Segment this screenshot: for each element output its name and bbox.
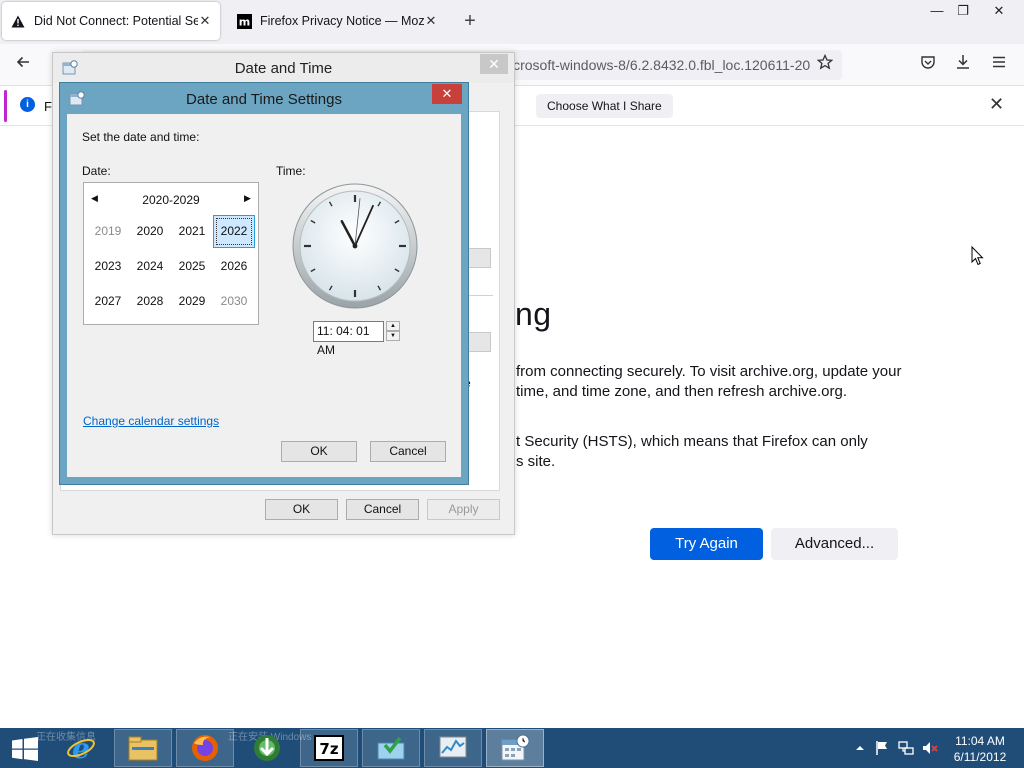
calendar-year[interactable]: 2028 [129,285,171,318]
tab-close-icon[interactable]: ✕ [198,13,212,29]
cancel-button[interactable]: Cancel [346,499,419,520]
dialog-title: Date and Time Settings [186,91,342,108]
tab-did-not-connect[interactable]: Did Not Connect: Potential Secu ✕ [2,2,220,40]
date-and-time-settings-dialog: Date and Time Settings ✕ Set the date an… [59,82,469,485]
advanced-button[interactable]: Advanced... [771,528,898,560]
error-title: ng [515,296,552,332]
7zip-icon[interactable]: 7z [300,729,358,767]
apply-button: Apply [427,499,500,520]
network-icon[interactable] [898,740,914,756]
calendar-year[interactable]: 2025 [171,250,213,283]
tab-label: Did Not Connect: Potential Secu [34,14,198,28]
error-paragraph-1-line-2: time, and time zone, and then refresh ar… [516,383,848,400]
notification-close-icon[interactable]: ✕ [989,94,1004,115]
action-center-flag-icon[interactable] [874,740,890,756]
ok-button[interactable]: OK [265,499,338,520]
dialog-titlebar: Date and Time ✕ [53,53,514,83]
instruction-text: Set the date and time: [82,130,200,144]
calendar-year[interactable]: 2027 [87,285,129,318]
installer-icon[interactable] [362,729,420,767]
task-manager-icon[interactable] [424,729,482,767]
downloads-icon[interactable] [952,54,974,76]
error-paragraph-1-line-1: from connecting securely. To visit archi… [516,363,902,380]
tray-clock[interactable]: 11:04 AM 6/11/2012 [944,733,1016,765]
warning-icon [10,13,26,29]
calendar: ◀ 2020-2029 ▶ 2019 2020 2021 2022 2023 2024 20… [83,182,259,325]
tab-firefox-privacy-notice[interactable]: m Firefox Privacy Notice — Mozilla ✕ [228,2,446,40]
change-calendar-settings-link[interactable]: Change calendar settings [83,414,219,428]
file-explorer-icon[interactable] [114,729,172,767]
svg-text:7z: 7z [319,740,338,758]
pocket-icon[interactable] [917,54,939,76]
analog-clock [292,183,418,309]
time-input[interactable]: 11: 04: 01 AM [313,321,384,357]
mouse-cursor-icon [971,245,985,266]
tray-date: 6/11/2012 [953,750,1007,764]
url-text: icrosoft-windows-8/6.2.8432.0.fbl_loc.12… [510,57,810,73]
error-paragraph-2-line-1: t Security (HSTS), which means that Fire… [516,433,868,450]
calendar-year[interactable]: 2020 [129,215,171,248]
bookmark-star-icon[interactable] [814,53,836,76]
new-tab-icon[interactable]: + [458,10,482,33]
try-again-button[interactable]: Try Again [650,528,763,560]
internet-explorer-icon[interactable]: e [52,729,110,767]
error-paragraph-2-line-2: s site. [516,453,556,470]
show-hidden-icons-icon[interactable] [852,740,868,756]
choose-what-i-share-button[interactable]: Choose What I Share [536,94,673,118]
calendar-year[interactable]: 2024 [129,250,171,283]
cancel-button[interactable]: Cancel [370,441,446,462]
tab-label: Firefox Privacy Notice — Mozilla [260,14,424,28]
spin-up-icon[interactable]: ▲ [386,321,400,331]
tab-close-icon[interactable]: ✕ [424,13,438,29]
calendar-year-selected[interactable]: 2022 [213,215,255,248]
internet-download-manager-icon[interactable] [238,729,296,767]
calendar-year[interactable]: 2021 [171,215,213,248]
time-label: Time: [276,164,306,178]
calendar-year[interactable]: 2030 [213,285,255,318]
spin-down-icon[interactable]: ▼ [386,331,400,341]
calendar-next-icon[interactable]: ▶ [244,193,251,204]
svg-text:m: m [238,15,249,28]
notification-accent [4,90,7,122]
calendar-year[interactable]: 2026 [213,250,255,283]
calendar-year[interactable]: 2019 [87,215,129,248]
back-arrow-icon[interactable] [12,54,34,76]
taskbar: 正在收集信息 正在安装 Windows e 7z 11:04 AM 6/11/2… [0,728,1024,768]
dialog-close-button[interactable]: ✕ [432,84,462,104]
mozilla-m-icon: m [236,13,252,29]
dialog-body: Set the date and time: Date: Time: ◀ 202… [67,114,461,477]
calendar-range-header[interactable]: 2020-2029 [84,193,258,207]
calendar-year[interactable]: 2029 [171,285,213,318]
time-spinner[interactable]: ▲ ▼ [386,321,400,342]
info-icon: i [20,97,35,112]
window-close-icon[interactable]: ✕ [982,0,1016,22]
hamburger-menu-icon[interactable] [988,54,1010,76]
tray-time: 11:04 AM [955,734,1005,748]
ok-button[interactable]: OK [281,441,357,462]
dialog-title: Date and Time [234,60,333,77]
firefox-icon[interactable] [176,729,234,767]
svg-text:e: e [72,733,90,763]
start-windows-icon[interactable] [12,737,38,764]
date-label: Date: [82,164,111,178]
restore-icon[interactable]: ❐ [946,0,980,22]
dialog-close-button[interactable]: ✕ [480,54,508,74]
volume-muted-icon[interactable] [922,740,938,756]
tab-bar: Did Not Connect: Potential Secu ✕ m Fire… [0,0,1024,44]
calendar-year[interactable]: 2023 [87,250,129,283]
date-time-control-panel-icon[interactable] [486,729,544,767]
